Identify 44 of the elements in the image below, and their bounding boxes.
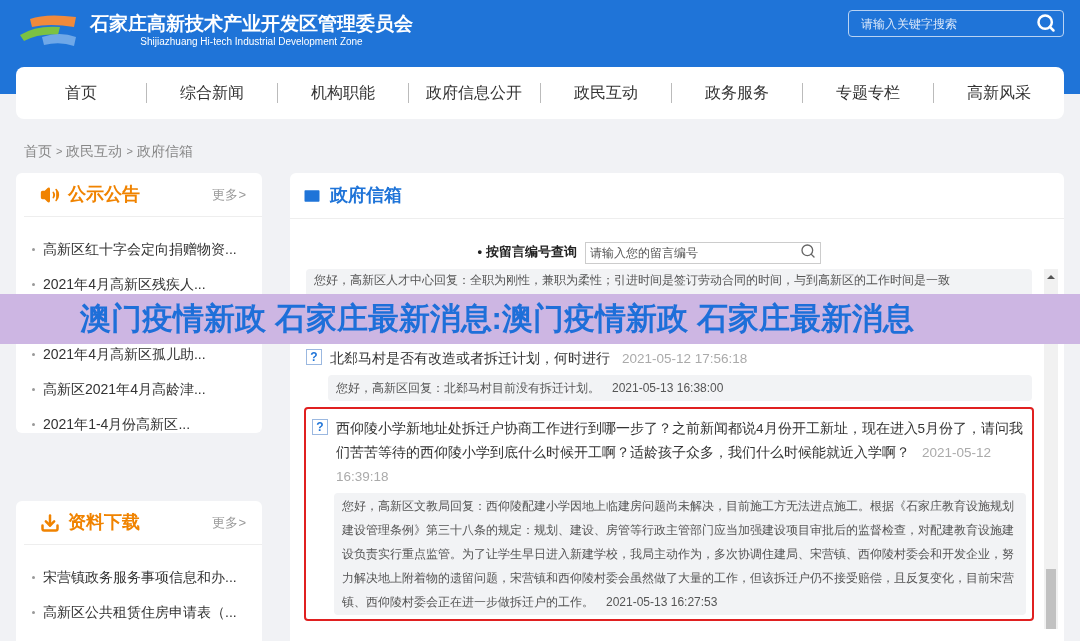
reply-text: 您好，高新区文教局回复：西仰陵配建小学因地上临建房问题尚未解决，目前施工方无法进点施工。根据《石家庄教育设施规划建设管理条例》第三十八条的规定：规划、建设、房管等行政主管部门应当加强建设项目审批后的监督检查，对配建教育设施建设负责实行重点监管。为了让学生早日进入新建学校，我局主动作为，多次协调住建局、宋营镇、西仰陵村委会和开发企业，努力解决地上附着物的遗留问题，宋营镇和西仰陵村委会虽然做了大量的工作，但该拆迁户仍不接受赔偿，且反复变化，目前宋营镇、西仰陵村委会正在进一步做拆迁户的工作。 2021-05-13 16:27:53 — [334, 493, 1026, 615]
question-mark-icon: ? — [312, 419, 328, 435]
site-title: 石家庄高新技术产业开发区管理委员会 — [90, 12, 413, 36]
scrollbar-thumb[interactable] — [1046, 569, 1056, 629]
panel-title: 政府信箱 — [330, 184, 402, 207]
nav-link[interactable]: 首页 — [65, 83, 98, 103]
list-link[interactable]: 宋营镇政务服务事项信息和办... — [43, 567, 237, 588]
site-subtitle: Shijiazhuang Hi-tech Industrial Development Zone — [140, 36, 363, 48]
bullet-icon — [32, 353, 35, 356]
search-icon[interactable] — [799, 243, 816, 259]
panel-title: 公示公告 — [68, 183, 140, 206]
nav-link[interactable]: 政务服务 — [704, 83, 769, 103]
question-mark-icon: ? — [306, 349, 322, 365]
bullet-icon — [32, 248, 35, 251]
list-link[interactable]: 高新区2021年4月高龄津... — [43, 379, 206, 400]
nav-link[interactable]: 高新风采 — [966, 83, 1031, 103]
question-text: 西仰陵小学新地址处拆迁户协商工作进行到哪一步了？之前新闻都说4月份开工新址，现在进入5月份了，请问我们苦苦等待的西仰陵小学到底什么时候开工啊？适龄孩子众多，我们什么时候能就近入学啊？ 2021-05-12 16:39:18 — [336, 420, 1025, 486]
bullet-icon — [32, 576, 35, 579]
query-field[interactable]: 请输入您的留言编号 — [584, 242, 821, 264]
bullet-icon — [32, 388, 35, 391]
breadcrumb-separator: > — [126, 144, 133, 160]
panel-title: 资料下载 — [68, 511, 140, 534]
list-link[interactable]: 2021年4月高新区孤儿助... — [43, 344, 206, 365]
nav-link[interactable]: 机构职能 — [311, 83, 376, 103]
list-link[interactable]: 2021年1-4月份高新区... — [43, 414, 191, 435]
list-link[interactable]: 高新区公共租赁住房申请表（... — [43, 602, 237, 623]
scroll-up-icon[interactable] — [1047, 273, 1055, 281]
query-label: • 按留言编号查询 — [477, 243, 577, 262]
search-icon[interactable] — [1036, 13, 1056, 33]
bullet-icon — [32, 611, 35, 614]
list-link[interactable]: 高新区红十字会定向捐赠物资... — [43, 239, 237, 260]
bullet-icon — [32, 423, 35, 426]
speaker-icon — [40, 184, 60, 205]
reply-text: 您好，高新区回复：北郄马村目前没有拆迁计划。 2021-05-13 16:38:00 — [328, 375, 1032, 401]
bullet-icon — [32, 283, 35, 286]
nav-link[interactable]: 专题专栏 — [835, 83, 900, 103]
list-link[interactable]: 2021年4月高新区残疾人... — [43, 274, 206, 295]
nav-link[interactable]: 政府信息公开 — [426, 83, 523, 103]
download-icon — [40, 512, 60, 533]
breadcrumb-separator: > — [56, 144, 63, 160]
nav-link[interactable]: 综合新闻 — [180, 83, 245, 103]
search-field[interactable]: 请输入关键字搜索 — [848, 10, 1064, 37]
nav-link[interactable]: 政民互动 — [573, 83, 638, 103]
question-text: 北郄马村是否有改造或者拆迁计划，何时进行 2021-05-12 17:56:18 — [330, 350, 748, 368]
